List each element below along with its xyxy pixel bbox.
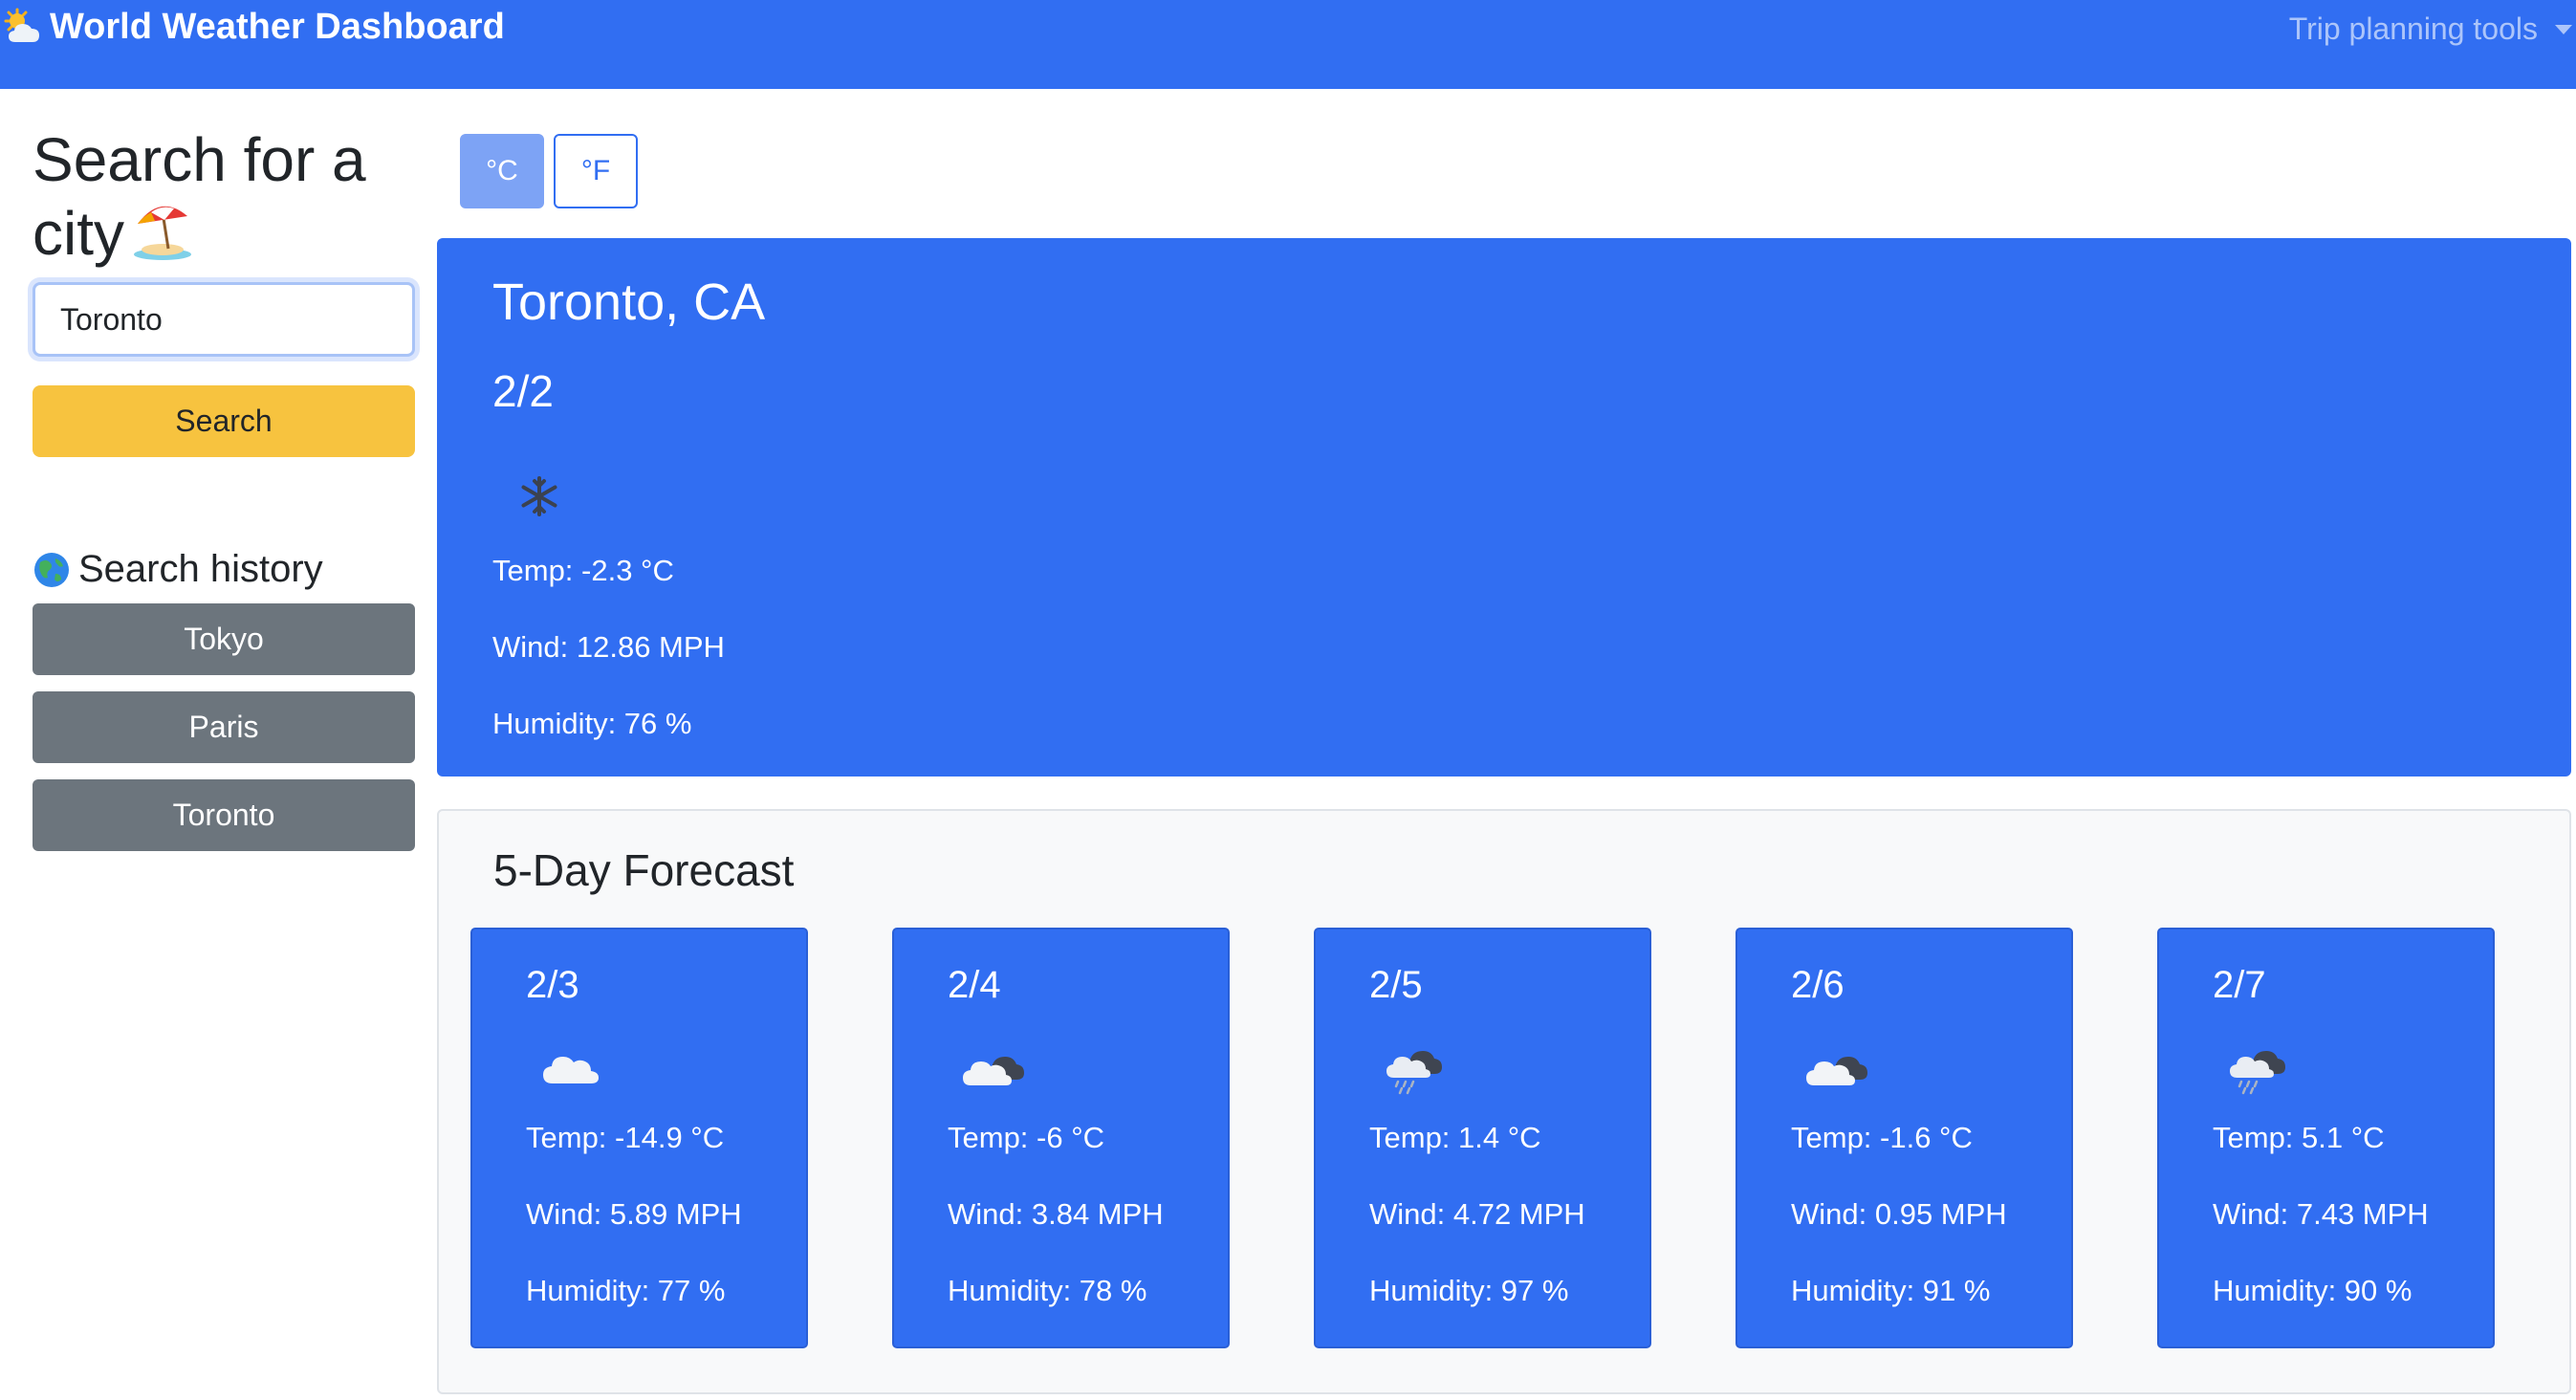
current-weather-card: Toronto, CA 2/2 Temp: -2.3 °C Wind: 12.8…	[437, 238, 2571, 777]
forecast-humidity: Humidity: 90 %	[2213, 1274, 2412, 1307]
trip-planning-dropdown[interactable]: Trip planning tools	[2289, 11, 2572, 47]
broken-clouds-icon	[1802, 1039, 1871, 1097]
search-heading: Search for a city	[33, 123, 415, 271]
city-search-input[interactable]	[33, 282, 415, 357]
forecast-title: 5-Day Forecast	[493, 845, 795, 895]
forecast-wind: Wind: 5.89 MPH	[526, 1197, 742, 1231]
forecast-temp: Temp: -14.9 °C	[526, 1121, 725, 1154]
snowflake-icon	[521, 476, 557, 516]
forecast-humidity: Humidity: 77 %	[526, 1274, 726, 1307]
forecast-card: 2/5 Temp: 1.4 °C Wind: 4.72 MPH Humidity…	[1314, 928, 1651, 1348]
navbar: World Weather Dashboard Trip planning to…	[0, 0, 2576, 89]
sun-behind-cloud-icon	[4, 8, 39, 42]
forecast-date: 2/4	[948, 964, 1001, 1006]
current-city: Toronto, CA	[492, 273, 766, 331]
current-wind: Wind: 12.86 MPH	[492, 630, 725, 664]
globe-icon	[34, 552, 69, 587]
brand-title: World Weather Dashboard	[50, 6, 505, 47]
search-history-title: Search history	[78, 548, 323, 590]
forecast-card: 2/6 Temp: -1.6 °C Wind: 0.95 MPH Humidit…	[1736, 928, 2073, 1348]
forecast-wind: Wind: 0.95 MPH	[1791, 1197, 2007, 1231]
current-temp: Temp: -2.3 °C	[492, 554, 674, 587]
fahrenheit-button[interactable]: °F	[554, 134, 638, 208]
forecast-card: 2/4 Temp: -6 °C Wind: 3.84 MPH Humidity:…	[892, 928, 1230, 1348]
search-heading-text: Search for a city	[33, 125, 366, 268]
forecast-card: 2/3 Temp: -14.9 °C Wind: 5.89 MPH Humidi…	[470, 928, 808, 1348]
forecast-date: 2/5	[1369, 964, 1423, 1006]
forecast-temp: Temp: -1.6 °C	[1791, 1121, 1973, 1154]
rain-cloud-icon	[1381, 1039, 1450, 1097]
broken-clouds-icon	[959, 1039, 1028, 1097]
forecast-date: 2/3	[526, 964, 579, 1006]
search-history-heading: Search history	[33, 548, 323, 591]
forecast-humidity: Humidity: 91 %	[1791, 1274, 1991, 1307]
forecast-wind: Wind: 4.72 MPH	[1369, 1197, 1585, 1231]
forecast-wind: Wind: 3.84 MPH	[948, 1197, 1164, 1231]
forecast-wind: Wind: 7.43 MPH	[2213, 1197, 2429, 1231]
history-button-toronto[interactable]: Toronto	[33, 779, 415, 851]
rain-cloud-icon	[2224, 1039, 2293, 1097]
beach-umbrella-icon	[134, 206, 191, 260]
caret-down-icon	[2555, 24, 2572, 34]
trip-planning-label: Trip planning tools	[2288, 11, 2538, 46]
forecast-section: 5-Day Forecast 2/3 Temp: -14.9 °C Wind: …	[437, 809, 2571, 1394]
history-button-paris[interactable]: Paris	[33, 691, 415, 763]
forecast-temp: Temp: 1.4 °C	[1369, 1121, 1541, 1154]
forecast-humidity: Humidity: 97 %	[1369, 1274, 1569, 1307]
current-humidity: Humidity: 76 %	[492, 707, 692, 740]
search-button[interactable]: Search	[33, 385, 415, 457]
current-date: 2/2	[492, 366, 554, 416]
forecast-date: 2/6	[1791, 964, 1845, 1006]
cloud-icon	[537, 1039, 606, 1097]
history-button-tokyo[interactable]: Tokyo	[33, 603, 415, 675]
forecast-humidity: Humidity: 78 %	[948, 1274, 1147, 1307]
forecast-temp: Temp: 5.1 °C	[2213, 1121, 2385, 1154]
sidebar: Search for a city Search Search history …	[33, 89, 415, 851]
forecast-date: 2/7	[2213, 964, 2266, 1006]
celsius-button[interactable]: °C	[460, 134, 544, 208]
brand[interactable]: World Weather Dashboard	[2, 6, 505, 48]
forecast-temp: Temp: -6 °C	[948, 1121, 1104, 1154]
forecast-card: 2/7 Temp: 5.1 °C Wind: 7.43 MPH Humidity…	[2157, 928, 2495, 1348]
